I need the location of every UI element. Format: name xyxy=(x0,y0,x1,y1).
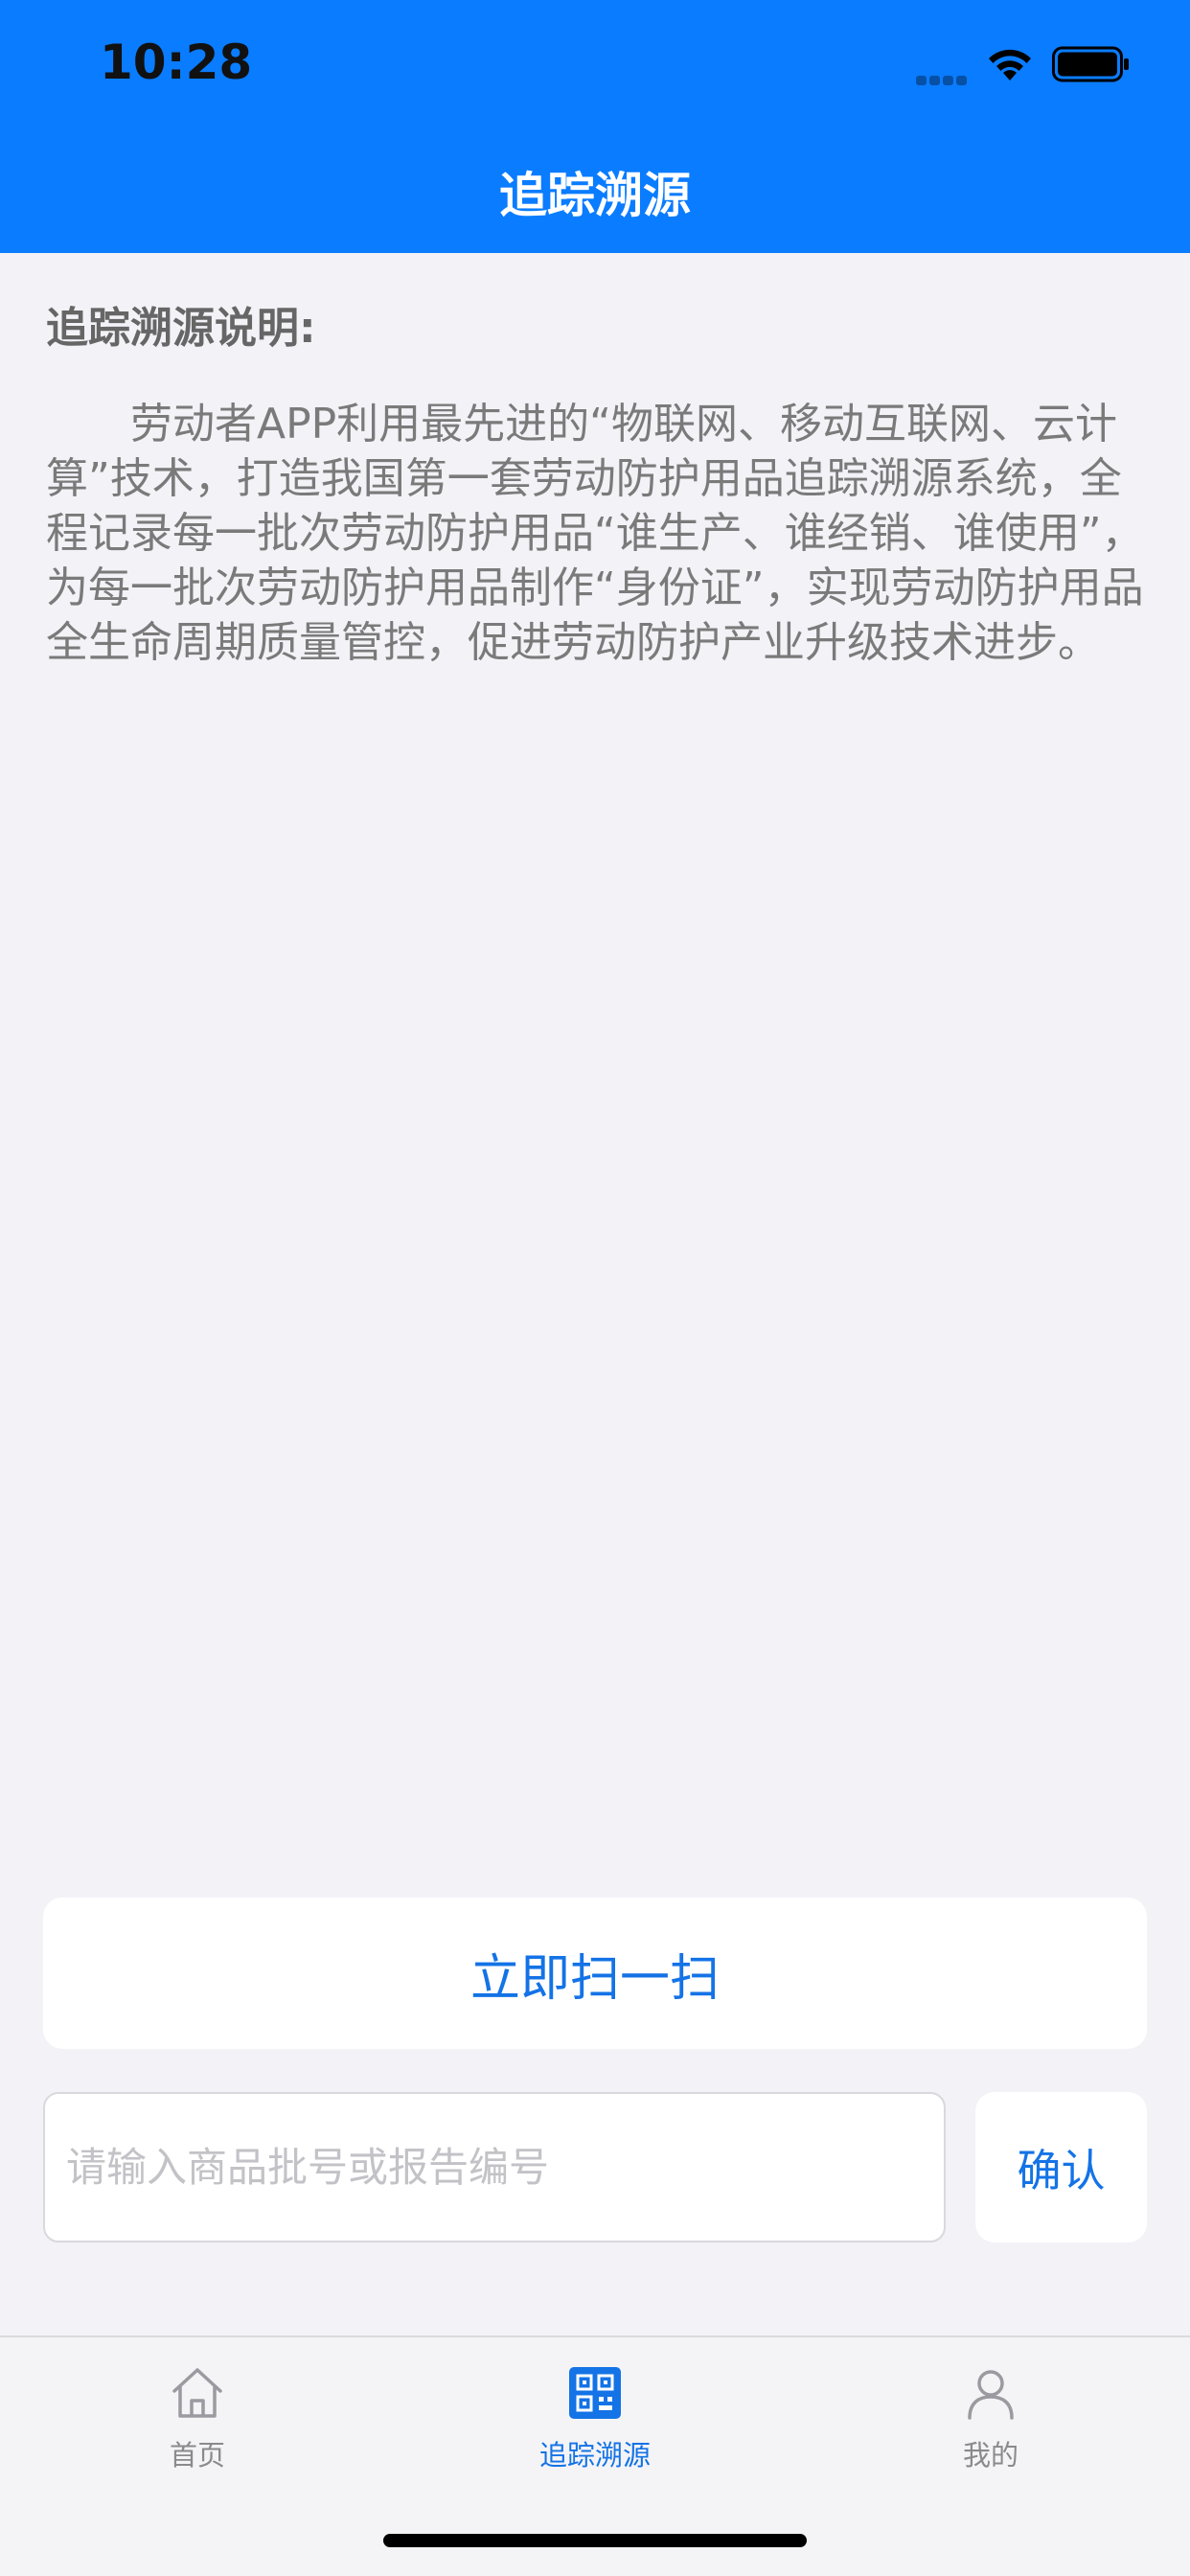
status-time: 10:28 xyxy=(100,34,253,90)
home-indicator xyxy=(383,2534,807,2547)
cellular-signal-icon xyxy=(916,71,970,85)
tab-trace-label: 追踪溯源 xyxy=(538,2439,651,2472)
page-title: 追踪溯源 xyxy=(499,168,691,223)
description-heading: 追踪溯源说明: xyxy=(46,304,316,353)
tab-trace[interactable]: 追踪溯源 xyxy=(499,2364,691,2489)
scan-now-button[interactable]: 立即扫一扫 xyxy=(43,1898,1147,2049)
person-icon xyxy=(968,2370,1014,2420)
confirm-button[interactable]: 确认 xyxy=(975,2092,1147,2242)
batch-number-input[interactable] xyxy=(43,2092,946,2242)
status-bar: 10:28 xyxy=(0,0,1190,126)
qr-code-icon xyxy=(569,2367,621,2419)
tab-mine[interactable]: 我的 xyxy=(895,2364,1087,2489)
description-body: 劳动者APP利用最先进的“物联网、移动互联网、云计算”技术，打造我国第一套劳动防… xyxy=(46,400,1144,667)
tab-home-label: 首页 xyxy=(169,2439,225,2472)
tab-mine-label: 我的 xyxy=(962,2439,1018,2472)
navigation-bar: 追踪溯源 xyxy=(0,126,1190,253)
home-icon xyxy=(172,2368,222,2418)
battery-icon xyxy=(1052,46,1129,82)
tab-home[interactable]: 首页 xyxy=(102,2364,293,2489)
wifi-icon xyxy=(989,49,1031,80)
